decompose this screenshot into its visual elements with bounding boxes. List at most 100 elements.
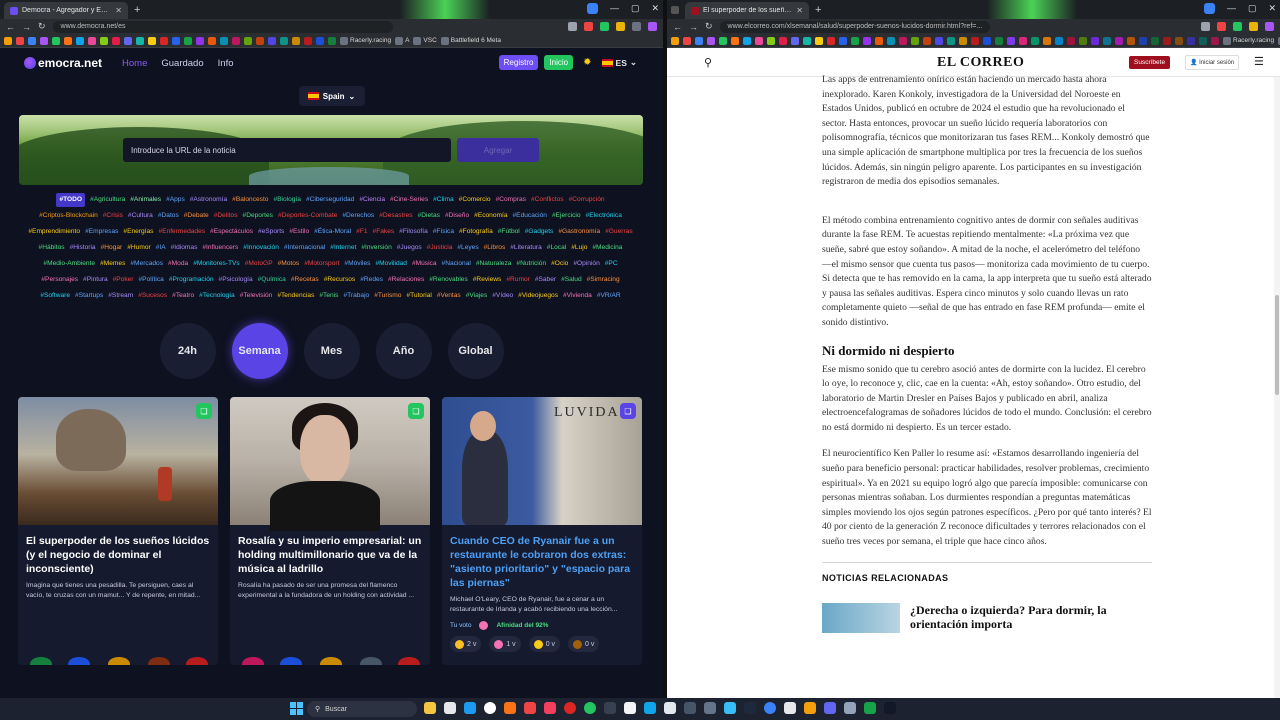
- bookmark-icon[interactable]: [1091, 36, 1099, 45]
- bookmark-icon[interactable]: [256, 36, 264, 45]
- topic-tag[interactable]: #Espectáculos: [210, 225, 253, 239]
- topic-tag[interactable]: #Psicología: [219, 273, 253, 287]
- topic-tag[interactable]: #Programación: [169, 273, 214, 287]
- topic-tag[interactable]: #IA: [156, 241, 166, 255]
- topic-tag[interactable]: #Química: [258, 273, 286, 287]
- topic-tag[interactable]: #VR/AR: [597, 289, 621, 303]
- topic-tag[interactable]: #Guerras: [605, 225, 633, 239]
- url-field[interactable]: www.democra.net/es: [52, 20, 393, 33]
- app-icon[interactable]: [624, 702, 636, 714]
- topic-tag[interactable]: #Gadgets: [525, 225, 554, 239]
- topic-tag[interactable]: #Mercados: [130, 257, 163, 271]
- bookmark-icon[interactable]: [1031, 36, 1039, 45]
- file-explorer-icon[interactable]: [424, 702, 436, 714]
- topic-tag[interactable]: #Software: [40, 289, 70, 303]
- topic-tag[interactable]: #Nutrición: [516, 257, 546, 271]
- bookmark-icon[interactable]: [100, 36, 108, 45]
- bookmark-icon[interactable]: [923, 36, 931, 45]
- app-icon[interactable]: [444, 702, 456, 714]
- bookmark-racerly[interactable]: Racerly.racing: [1223, 36, 1274, 45]
- hamburger-menu-icon[interactable]: ☰: [1254, 55, 1264, 68]
- extension-icon[interactable]: [1203, 3, 1215, 14]
- topic-tag[interactable]: #Ética-Moral: [314, 225, 351, 239]
- topic-tag[interactable]: #Hábitos: [39, 241, 65, 255]
- topic-tag[interactable]: #Astronomía: [190, 193, 227, 207]
- topic-tag[interactable]: #Reviews: [473, 273, 502, 287]
- country-selector[interactable]: Spain ⌄: [298, 86, 365, 106]
- new-tab-icon[interactable]: +: [815, 4, 821, 16]
- bookmark-icon[interactable]: [803, 36, 811, 45]
- topic-tag[interactable]: #Juegos: [397, 241, 422, 255]
- reaction-laugh-button[interactable]: 2 v: [450, 636, 482, 652]
- extension-icon[interactable]: [1217, 22, 1226, 31]
- bookmark-icon[interactable]: [52, 36, 60, 45]
- topic-tag[interactable]: #Local: [547, 241, 566, 255]
- bookmark-icon[interactable]: [1151, 36, 1159, 45]
- app-icon[interactable]: [804, 702, 816, 714]
- topic-tag[interactable]: #Datos: [158, 209, 179, 223]
- news-card[interactable]: ❏ El superpoder de los sueños lúcidos (y…: [18, 397, 218, 665]
- topic-tag[interactable]: #Innovación: [243, 241, 279, 255]
- extension-icon[interactable]: [568, 22, 577, 31]
- topic-tag[interactable]: #Deportes: [243, 209, 273, 223]
- app-icon[interactable]: [484, 702, 496, 714]
- extension-icon[interactable]: [584, 22, 593, 31]
- bookmark-icon[interactable]: [1175, 36, 1183, 45]
- app-icon[interactable]: [664, 702, 676, 714]
- topic-tag[interactable]: #PC: [605, 257, 618, 271]
- related-news-item[interactable]: ¿Derecha o izquierda? Para dormir, la or…: [822, 602, 1152, 633]
- topic-tag[interactable]: #Corrupción: [569, 193, 605, 207]
- topic-tag[interactable]: #Animales: [130, 193, 161, 207]
- bookmark-icon[interactable]: [220, 36, 228, 45]
- nav-saved[interactable]: Guardado: [161, 58, 203, 69]
- topic-tag[interactable]: #eSports: [258, 225, 284, 239]
- topic-tag[interactable]: #Recetas: [291, 273, 319, 287]
- topic-tag[interactable]: #Física: [433, 225, 454, 239]
- topic-tag[interactable]: #Salud: [561, 273, 582, 287]
- topic-tag[interactable]: #Videojuegos: [518, 289, 558, 303]
- bookmark-icon[interactable]: [148, 36, 156, 45]
- bookmark-icon[interactable]: [767, 36, 775, 45]
- topic-tag[interactable]: #Deportes-Combate: [278, 209, 337, 223]
- topic-tag[interactable]: #Simracing: [587, 273, 620, 287]
- reload-icon[interactable]: ↻: [38, 21, 46, 32]
- bookmark-icon[interactable]: [887, 36, 895, 45]
- app-icon[interactable]: [524, 702, 536, 714]
- bookmark-icon[interactable]: [1067, 36, 1075, 45]
- topic-tag[interactable]: #Emprendimiento: [28, 225, 80, 239]
- reload-icon[interactable]: ↻: [705, 21, 713, 32]
- app-icon[interactable]: [764, 702, 776, 714]
- topic-tag[interactable]: #Hogar: [101, 241, 123, 255]
- bookmark-icon[interactable]: [1043, 36, 1051, 45]
- bookmark-saved-icon[interactable]: ❏: [620, 403, 636, 419]
- topic-tag[interactable]: #Clima: [433, 193, 454, 207]
- topic-tag[interactable]: #Memes: [100, 257, 125, 271]
- tab-elcorreo[interactable]: El superpoder de los sueños lú... ✕: [685, 2, 809, 19]
- topic-tag[interactable]: #Internacional: [284, 241, 325, 255]
- bookmark-icon[interactable]: [316, 36, 324, 45]
- bookmark-icon[interactable]: [292, 36, 300, 45]
- topic-tag[interactable]: #Libros: [484, 241, 506, 255]
- elcorreo-logo[interactable]: EL CORREO: [937, 55, 1024, 71]
- bookmark-icon[interactable]: [1139, 36, 1147, 45]
- vscode-icon[interactable]: [464, 702, 476, 714]
- bookmark-icon[interactable]: [1079, 36, 1087, 45]
- bookmark-icon[interactable]: [815, 36, 823, 45]
- topic-tag[interactable]: #Tenis: [319, 289, 338, 303]
- extension-icon[interactable]: [1233, 22, 1242, 31]
- bookmark-icon[interactable]: [731, 36, 739, 45]
- topic-tag[interactable]: #Motorsport: [304, 257, 339, 271]
- topic-tag[interactable]: #Humor: [127, 241, 150, 255]
- app-icon[interactable]: [824, 702, 836, 714]
- bookmark-icon[interactable]: [983, 36, 991, 45]
- bookmark-icon[interactable]: [839, 36, 847, 45]
- topic-tag[interactable]: #Tendencias: [277, 289, 314, 303]
- period-button-3[interactable]: Año: [375, 323, 432, 379]
- topic-tag[interactable]: #Apps: [166, 193, 185, 207]
- add-news-button[interactable]: Agregar: [457, 138, 539, 162]
- bookmark-icon[interactable]: ❏: [196, 403, 212, 419]
- bookmark-icon[interactable]: [719, 36, 727, 45]
- login-button[interactable]: Inicio: [544, 55, 574, 70]
- bookmark-icon[interactable]: [1163, 36, 1171, 45]
- scrollbar-thumb[interactable]: [1275, 295, 1279, 395]
